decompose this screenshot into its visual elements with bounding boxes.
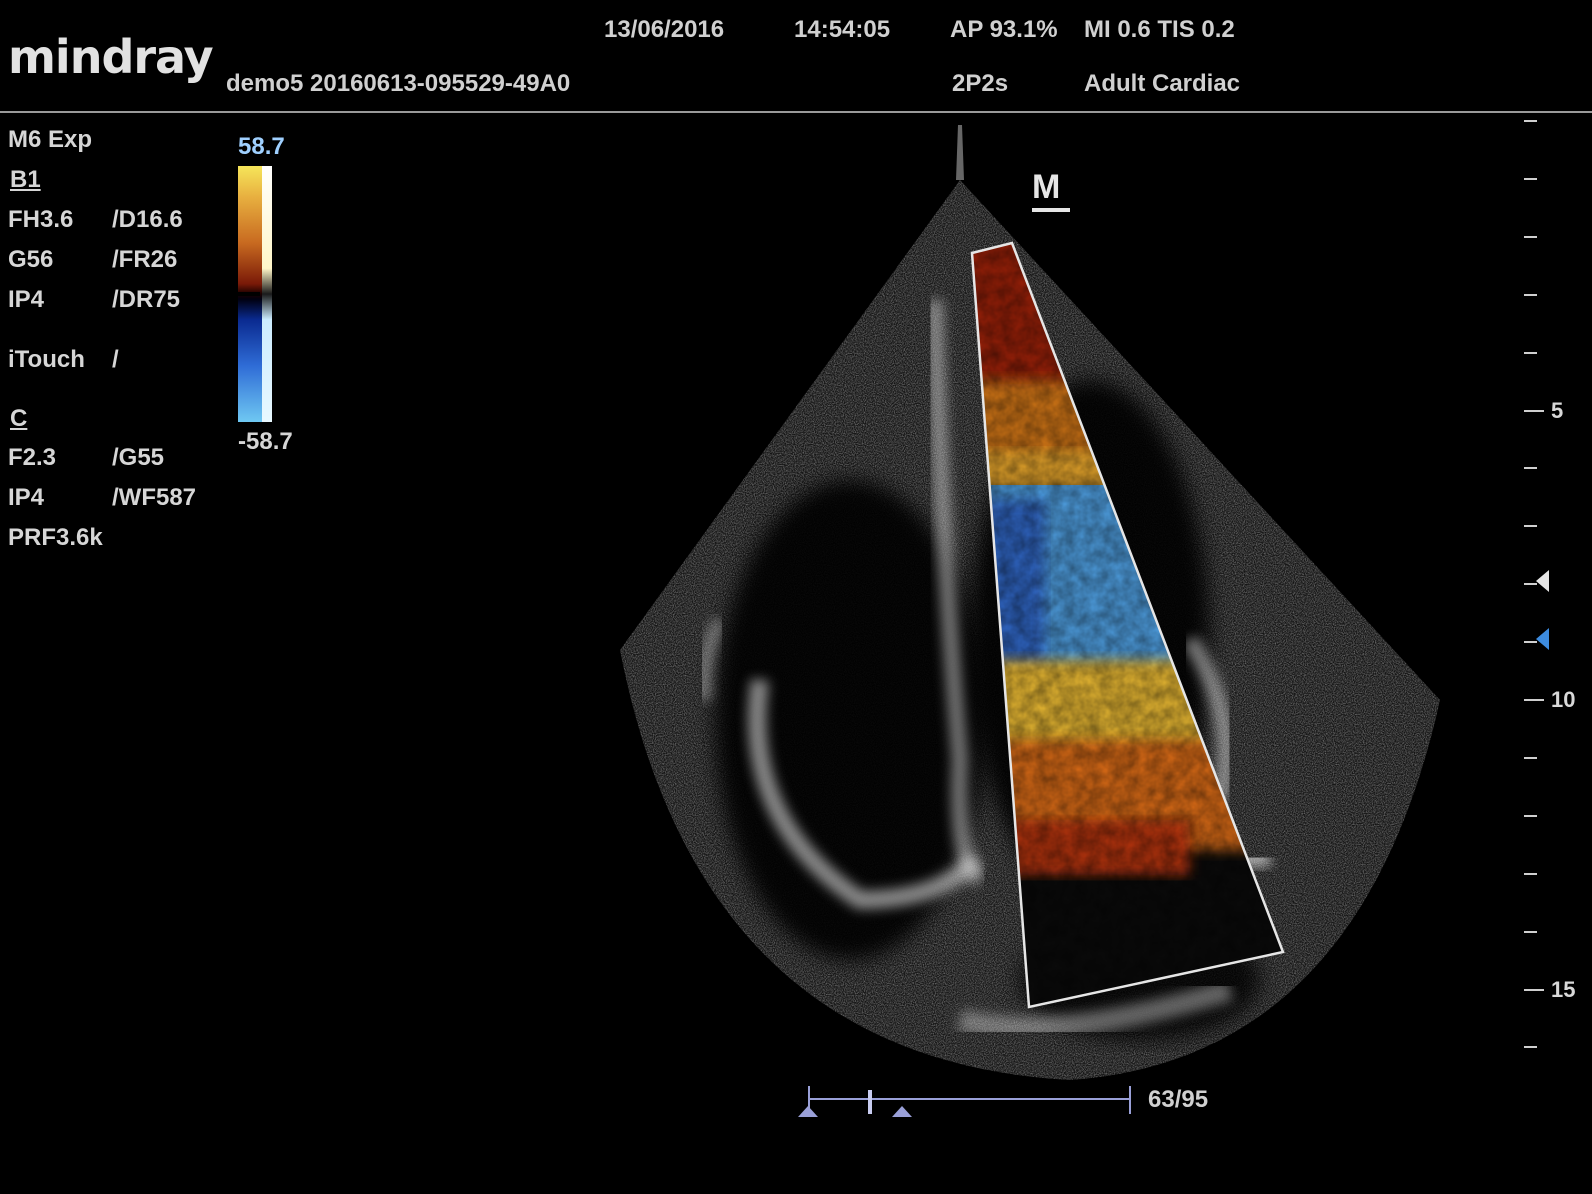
velocity-color-bar <box>238 166 272 422</box>
depth-tick <box>1524 1046 1537 1048</box>
b-gain: G56 <box>8 246 53 274</box>
depth-tick <box>1524 525 1537 527</box>
cine-track <box>808 1098 1130 1100</box>
b-dynamic-range: /DR75 <box>112 286 180 314</box>
depth-tick <box>1524 467 1537 469</box>
color-bar-baseline <box>238 292 260 296</box>
c-frequency: F2.3 <box>8 444 56 472</box>
m-line-marker[interactable]: M <box>1032 168 1060 207</box>
itouch-separator: / <box>112 346 119 374</box>
velocity-scale-max: 58.7 <box>238 133 285 161</box>
cine-end-marker-icon[interactable] <box>892 1106 912 1117</box>
c-gain: /G55 <box>112 444 164 472</box>
color-focus-marker-icon[interactable] <box>1536 628 1549 650</box>
itouch-label[interactable]: iTouch <box>8 346 85 374</box>
depth-tick <box>1524 410 1544 412</box>
cine-cursor[interactable] <box>868 1090 872 1114</box>
c-image-process: IP4 <box>8 484 44 512</box>
cine-start-marker-icon[interactable] <box>798 1106 818 1117</box>
b-frame-rate: /FR26 <box>112 246 177 274</box>
header-divider <box>0 111 1592 113</box>
cine-end-cap <box>1129 1086 1131 1114</box>
depth-tick <box>1524 178 1537 180</box>
c-prf: PRF3.6k <box>8 524 103 552</box>
acoustic-power: AP 93.1% <box>950 16 1058 44</box>
depth-tick <box>1524 120 1537 122</box>
depth-tick <box>1524 757 1537 759</box>
b-image-process: IP4 <box>8 286 44 314</box>
b-frequency: FH3.6 <box>8 206 73 234</box>
depth-tick <box>1524 931 1537 933</box>
depth-tick <box>1524 236 1537 238</box>
color-mode-label[interactable]: C <box>10 405 27 433</box>
depth-tick <box>1524 873 1537 875</box>
depth-label: 15 <box>1551 977 1575 1003</box>
probe-name: 2P2s <box>952 70 1008 98</box>
depth-label: 10 <box>1551 687 1575 713</box>
exam-preset: Adult Cardiac <box>1084 70 1240 98</box>
depth-tick <box>1524 699 1544 701</box>
mi-tis-index: MI 0.6 TIS 0.2 <box>1084 16 1235 44</box>
c-wall-filter: /WF587 <box>112 484 196 512</box>
time: 14:54:05 <box>794 16 890 44</box>
velocity-scale-min: -58.7 <box>238 428 293 456</box>
mindray-logo: mindray <box>8 30 213 84</box>
depth-tick <box>1524 352 1537 354</box>
date: 13/06/2016 <box>604 16 724 44</box>
m-marker-label: M <box>1032 168 1060 206</box>
system-model: M6 Exp <box>8 126 92 154</box>
b-mode-label[interactable]: B1 <box>10 166 41 194</box>
color-bar-edge <box>262 166 272 422</box>
cine-frame-counter: 63/95 <box>1148 1086 1208 1114</box>
apex-artifact <box>956 125 964 180</box>
b-depth: /D16.6 <box>112 206 183 234</box>
patient-id: demo5 20160613-095529-49A0 <box>226 70 570 98</box>
depth-tick <box>1524 815 1537 817</box>
m-marker-underline <box>1032 208 1070 212</box>
focus-marker-icon[interactable] <box>1536 570 1549 592</box>
depth-tick <box>1524 989 1544 991</box>
depth-tick <box>1524 294 1537 296</box>
depth-label: 5 <box>1551 398 1563 424</box>
